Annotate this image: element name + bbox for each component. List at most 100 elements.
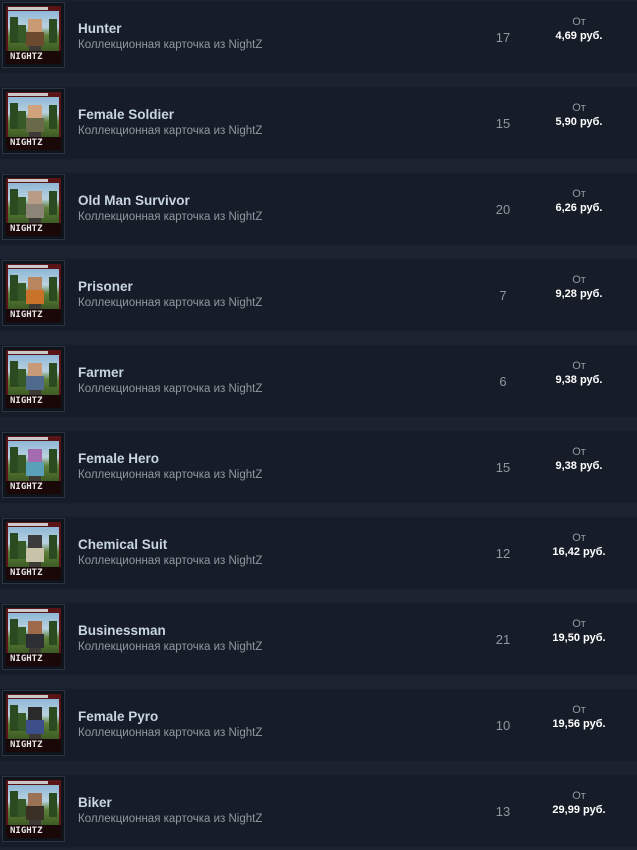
character-head [28,277,42,290]
price-prefix: От [572,360,586,372]
item-subtitle: Коллекционная карточка из NightZ [78,211,263,223]
nightz-logo: NIGHTZ [10,740,43,750]
listing-row[interactable]: NIGHTZ Hunter Коллекционная карточка из … [0,1,637,73]
item-name[interactable]: Old Man Survivor [78,193,190,208]
character-body [26,376,44,390]
item-subtitle: Коллекционная карточка из NightZ [78,469,263,481]
item-quantity: 12 [495,546,511,561]
character-head [28,535,42,548]
card-logo-strip: NIGHTZ [6,567,61,580]
tree-shape [18,455,26,473]
item-name[interactable]: Female Pyro [78,709,158,724]
price-prefix: От [572,446,586,458]
card-art: NIGHTZ [6,608,61,666]
item-name[interactable]: Prisoner [78,279,133,294]
card-logo-strip: NIGHTZ [6,137,61,150]
tree-shape [18,627,26,645]
card-art: NIGHTZ [6,178,61,236]
character-body [26,290,44,304]
item-name[interactable]: Female Hero [78,451,159,466]
character-body [26,462,44,476]
listing-row[interactable]: NIGHTZ Businessman Коллекционная карточк… [0,603,637,675]
card-title-strip [8,265,48,268]
card-art: NIGHTZ [6,350,61,408]
card-title-strip [8,437,48,440]
item-name[interactable]: Chemical Suit [78,537,167,552]
card-thumbnail[interactable]: NIGHTZ [2,2,65,68]
starting-price: 6,26 руб. [555,202,603,214]
tree-shape [18,369,26,387]
card-logo-strip: NIGHTZ [6,395,61,408]
listing-row[interactable]: NIGHTZ Chemical Suit Коллекционная карто… [0,517,637,589]
card-scene [8,441,59,481]
card-art: NIGHTZ [6,522,61,580]
item-subtitle: Коллекционная карточка из NightZ [78,125,263,137]
card-thumbnail[interactable]: NIGHTZ [2,174,65,240]
listing-row[interactable]: NIGHTZ Female Hero Коллекционная карточк… [0,431,637,503]
tree-shape [10,533,18,559]
tree-shape [18,541,26,559]
card-thumbnail[interactable]: NIGHTZ [2,260,65,326]
card-logo-strip: NIGHTZ [6,825,61,838]
item-quantity: 17 [495,30,511,45]
nightz-logo: NIGHTZ [10,224,43,234]
card-thumbnail[interactable]: NIGHTZ [2,88,65,154]
listing-row[interactable]: NIGHTZ Old Man Survivor Коллекционная ка… [0,173,637,245]
character-head [28,449,42,462]
item-name[interactable]: Female Soldier [78,107,174,122]
tree-shape [10,791,18,817]
item-subtitle: Коллекционная карточка из NightZ [78,555,263,567]
nightz-logo: NIGHTZ [10,654,43,664]
listing-row[interactable]: NIGHTZ Female Pyro Коллекционная карточк… [0,689,637,761]
nightz-logo: NIGHTZ [10,482,43,492]
tree-shape [18,283,26,301]
tree-shape [49,621,57,645]
item-subtitle: Коллекционная карточка из NightZ [78,297,263,309]
card-logo-strip: NIGHTZ [6,223,61,236]
nightz-logo: NIGHTZ [10,310,43,320]
price-prefix: От [572,188,586,200]
price-prefix: От [572,532,586,544]
item-name[interactable]: Farmer [78,365,124,380]
card-thumbnail[interactable]: NIGHTZ [2,690,65,756]
item-name[interactable]: Biker [78,795,112,810]
item-quantity: 6 [499,374,507,389]
starting-price: 4,69 руб. [555,30,603,42]
price-box: От 4,69 руб. [534,15,624,43]
listing-row[interactable]: NIGHTZ Female Soldier Коллекционная карт… [0,87,637,159]
character-body [26,32,44,46]
card-thumbnail[interactable]: NIGHTZ [2,432,65,498]
card-scene [8,527,59,567]
listing-row[interactable]: NIGHTZ Prisoner Коллекционная карточка и… [0,259,637,331]
card-thumbnail[interactable]: NIGHTZ [2,604,65,670]
tree-shape [10,447,18,473]
listing-row[interactable]: NIGHTZ Farmer Коллекционная карточка из … [0,345,637,417]
item-quantity: 20 [495,202,511,217]
tree-shape [10,275,18,301]
tree-shape [49,277,57,301]
starting-price: 16,42 руб. [552,546,606,558]
character-head [28,105,42,118]
tree-shape [18,111,26,129]
starting-price: 9,38 руб. [555,374,603,386]
tree-shape [49,535,57,559]
card-thumbnail[interactable]: NIGHTZ [2,518,65,584]
tree-shape [18,713,26,731]
card-thumbnail[interactable]: NIGHTZ [2,346,65,412]
character-head [28,793,42,806]
card-title-strip [8,93,48,96]
price-prefix: От [572,704,586,716]
tree-shape [10,103,18,129]
tree-shape [10,619,18,645]
starting-price: 5,90 руб. [555,116,603,128]
item-name[interactable]: Businessman [78,623,166,638]
listing-row[interactable]: NIGHTZ Biker Коллекционная карточка из N… [0,775,637,847]
tree-shape [49,19,57,43]
item-name[interactable]: Hunter [78,21,122,36]
tree-shape [10,361,18,387]
item-subtitle: Коллекционная карточка из NightZ [78,641,263,653]
price-box: От 5,90 руб. [534,101,624,129]
card-thumbnail[interactable]: NIGHTZ [2,776,65,842]
nightz-logo: NIGHTZ [10,826,43,836]
price-box: От 29,99 руб. [534,789,624,817]
